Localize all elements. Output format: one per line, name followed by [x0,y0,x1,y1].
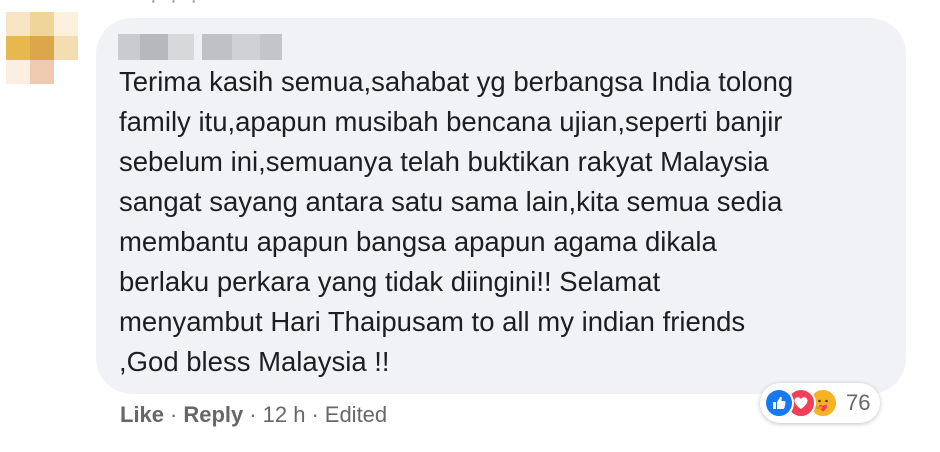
edited-label[interactable]: Edited [325,402,387,428]
like-link[interactable]: Like [120,402,164,428]
reaction-count: 76 [846,390,871,415]
commenter-name-redacted[interactable] [118,34,282,60]
avatar[interactable] [6,12,78,84]
separator-dot: · [249,402,257,427]
timestamp[interactable]: 12 h [263,402,306,428]
comment-screenshot: · · · Terima kasih semua,sahabat yg berb… [0,0,940,452]
reactions-summary[interactable]: 76 [760,383,881,423]
like-icon [764,388,794,418]
reply-link[interactable]: Reply [183,402,243,428]
comment-text: Terima kasih semua,sahabat yg berbangsa … [119,66,794,377]
separator-dot: · [311,402,319,427]
comment-actions: Like · Reply · 12 h · Edited [120,402,387,428]
previous-comment-fragment: · · · [150,0,260,4]
comment-bubble: Terima kasih semua,sahabat yg berbangsa … [96,18,906,394]
separator-dot: · [170,402,178,427]
